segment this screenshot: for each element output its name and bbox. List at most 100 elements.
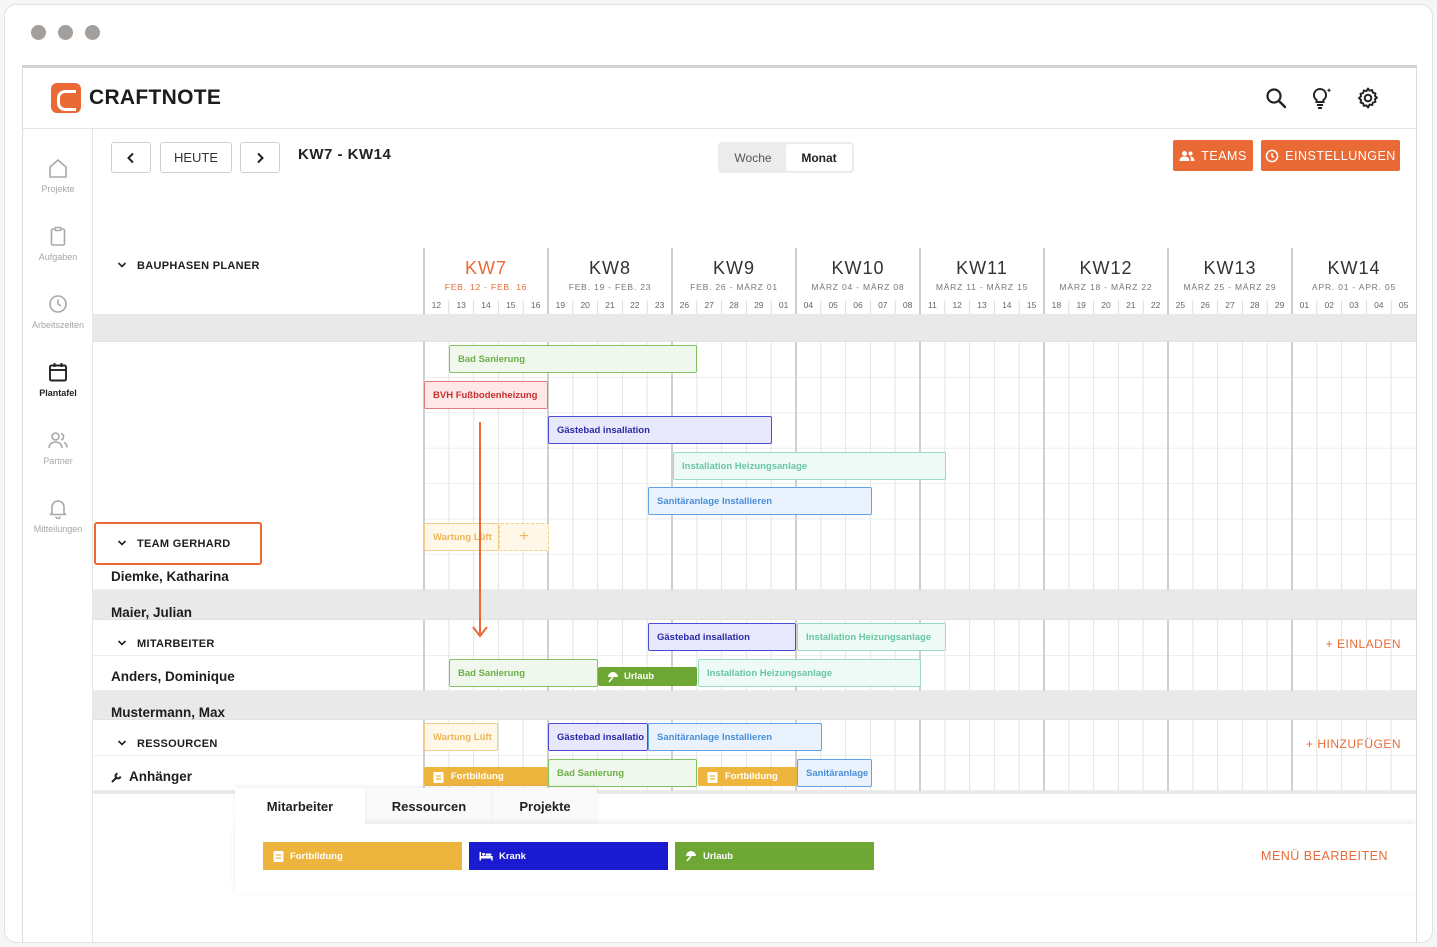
chevron-down-icon[interactable] — [117, 260, 127, 272]
task-bar[interactable]: Gästebad insallation — [648, 623, 796, 651]
tab-ressourcen[interactable]: Ressourcen — [365, 788, 493, 824]
task-bar[interactable]: Installation Heizungsanlage — [698, 659, 921, 687]
logo[interactable]: CRAFTNOTE — [51, 83, 221, 113]
row-label-anders[interactable]: Anders, Dominique — [111, 669, 235, 684]
sidebar-item-projekte[interactable]: Projekte — [23, 157, 93, 194]
bottom-tabs: Mitarbeiter Ressourcen Projekte — [235, 788, 597, 824]
absence-bar-urlaub[interactable]: Urlaub — [598, 667, 697, 686]
day-label: 06 — [853, 300, 863, 310]
chip-fortbildung[interactable]: Fortbildung — [263, 842, 462, 870]
invite-link[interactable]: + EINLADEN — [1326, 637, 1401, 651]
day-label: 04 — [1374, 300, 1384, 310]
view-week-button[interactable]: Woche — [720, 144, 786, 171]
window-dot-icon[interactable] — [58, 25, 73, 40]
chevron-down-icon[interactable] — [117, 738, 127, 750]
section-title: TEAM GERHARD — [137, 538, 231, 550]
view-toggle: Woche Monat — [718, 142, 854, 173]
week-dates: APR. 01 - APR. 05 — [1312, 282, 1396, 292]
task-bar[interactable]: Sanitäranlage Installieren — [648, 487, 872, 515]
task-bar[interactable]: Sanitäranlage Installieren — [648, 723, 822, 751]
task-bar[interactable]: BVH Fußbodenheizung — [424, 381, 548, 409]
day-label: 14 — [481, 300, 491, 310]
prev-button[interactable] — [111, 142, 151, 173]
day-label: 13 — [977, 300, 987, 310]
section-band — [93, 691, 1416, 720]
day-label: 13 — [456, 300, 466, 310]
section-ressourcen[interactable]: RESSOURCEN — [117, 738, 218, 750]
window-dot-icon[interactable] — [31, 25, 46, 40]
chevron-down-icon[interactable] — [117, 638, 127, 650]
sidebar-item-plantafel[interactable]: Plantafel — [23, 361, 93, 398]
browser-window: CRAFTNOTE Projekte Aufgaben Arbeitszeite… — [4, 4, 1433, 943]
task-bar[interactable]: Wartung Lüft — [424, 723, 498, 751]
tab-projekte[interactable]: Projekte — [493, 788, 597, 824]
week-number: KW10 — [831, 258, 884, 278]
chip-krank[interactable]: Krank — [469, 842, 668, 870]
add-task-plus-button[interactable]: + — [499, 523, 549, 551]
day-label: 11 — [928, 300, 937, 310]
next-button[interactable] — [240, 142, 280, 173]
section-mitarbeiter[interactable]: MITARBEITER — [117, 638, 215, 650]
absence-bar-fortbildung[interactable]: Fortbildung — [698, 767, 797, 786]
row-label-mustermann[interactable]: Mustermann, Max — [111, 705, 225, 720]
chevron-down-icon[interactable] — [117, 538, 127, 550]
chip-label: Krank — [499, 850, 526, 862]
window-dot-icon[interactable] — [85, 25, 100, 40]
day-label: 14 — [1002, 300, 1012, 310]
wrench-icon — [111, 772, 122, 783]
tab-mitarbeiter[interactable]: Mitarbeiter — [235, 788, 365, 824]
row-label-anhaenger[interactable]: Anhänger — [111, 769, 192, 784]
add-resource-link[interactable]: + HINZUFÜGEN — [1306, 737, 1401, 751]
day-label: 20 — [1101, 300, 1111, 310]
day-label: 28 — [1250, 300, 1260, 310]
day-label: 18 — [1052, 300, 1062, 310]
sidebar-item-partner[interactable]: Partner — [23, 429, 93, 466]
sidebar-item-arbeitszeiten[interactable]: Arbeitszeiten — [23, 293, 93, 330]
view-month-button[interactable]: Monat — [786, 144, 852, 171]
section-title: RESSOURCEN — [137, 738, 218, 750]
task-bar[interactable]: Installation Heizungsanlage — [797, 623, 946, 651]
task-bar[interactable]: Bad Sanierung — [449, 659, 598, 687]
absence-label: Urlaub — [624, 671, 655, 682]
row-label-maier[interactable]: Maier, Julian — [111, 605, 192, 620]
task-bar[interactable]: Bad Sanierung — [548, 759, 697, 787]
chip-urlaub[interactable]: Urlaub — [675, 842, 874, 870]
section-band — [93, 314, 1416, 342]
section-team-gerhard[interactable]: TEAM GERHARD — [117, 538, 230, 550]
sidebar-item-aufgaben[interactable]: Aufgaben — [23, 225, 93, 262]
week-number: KW12 — [1079, 258, 1132, 278]
day-label: 29 — [1275, 300, 1285, 310]
day-label: 21 — [605, 300, 615, 310]
day-label: 29 — [754, 300, 764, 310]
section-bauphasen[interactable]: BAUPHASEN PLANER — [117, 260, 260, 272]
task-bar[interactable]: Sanitäranlage — [797, 759, 872, 787]
chevron-right-icon — [257, 152, 264, 163]
clipboard-icon — [433, 771, 444, 783]
day-label: 19 — [556, 300, 566, 310]
week-dates: FEB. 12 - FEB. 16 — [445, 282, 528, 292]
search-icon[interactable] — [1264, 86, 1288, 110]
chip-label: Urlaub — [703, 850, 734, 862]
task-bar[interactable]: Bad Sanierung — [449, 345, 697, 373]
task-bar[interactable]: Gästebad insallation — [548, 416, 772, 444]
teams-button[interactable]: TEAMS — [1173, 140, 1253, 171]
row-label-diemke[interactable]: Diemke, Katharina — [111, 569, 229, 584]
menu-edit-link[interactable]: MENÜ BEARBEITEN — [1261, 849, 1388, 863]
bell-icon — [47, 497, 69, 520]
task-bar[interactable]: Gästebad insallatio — [548, 723, 648, 751]
settings-button[interactable]: EINSTELLUNGEN — [1261, 140, 1400, 171]
today-button[interactable]: HEUTE — [160, 142, 232, 173]
day-label: 16 — [531, 300, 541, 310]
day-label: 23 — [655, 300, 665, 310]
day-label: 27 — [704, 300, 714, 310]
settings-gear-icon[interactable] — [1356, 86, 1380, 110]
app-frame: CRAFTNOTE Projekte Aufgaben Arbeitszeite… — [22, 65, 1417, 942]
section-title: MITARBEITER — [137, 638, 215, 650]
task-bar[interactable]: Installation Heizungsanlage — [673, 452, 946, 480]
absence-bar-fortbildung[interactable]: Fortbildung — [424, 767, 548, 786]
sidebar-item-label: Arbeitszeiten — [31, 320, 85, 330]
sidebar-item-mitteilungen[interactable]: Mitteilungen — [23, 497, 93, 534]
week-dates: MÄRZ 04 - MÄRZ 08 — [812, 282, 905, 292]
lightbulb-icon[interactable] — [1310, 86, 1334, 110]
week-dates: MÄRZ 18 - MÄRZ 22 — [1060, 282, 1153, 292]
